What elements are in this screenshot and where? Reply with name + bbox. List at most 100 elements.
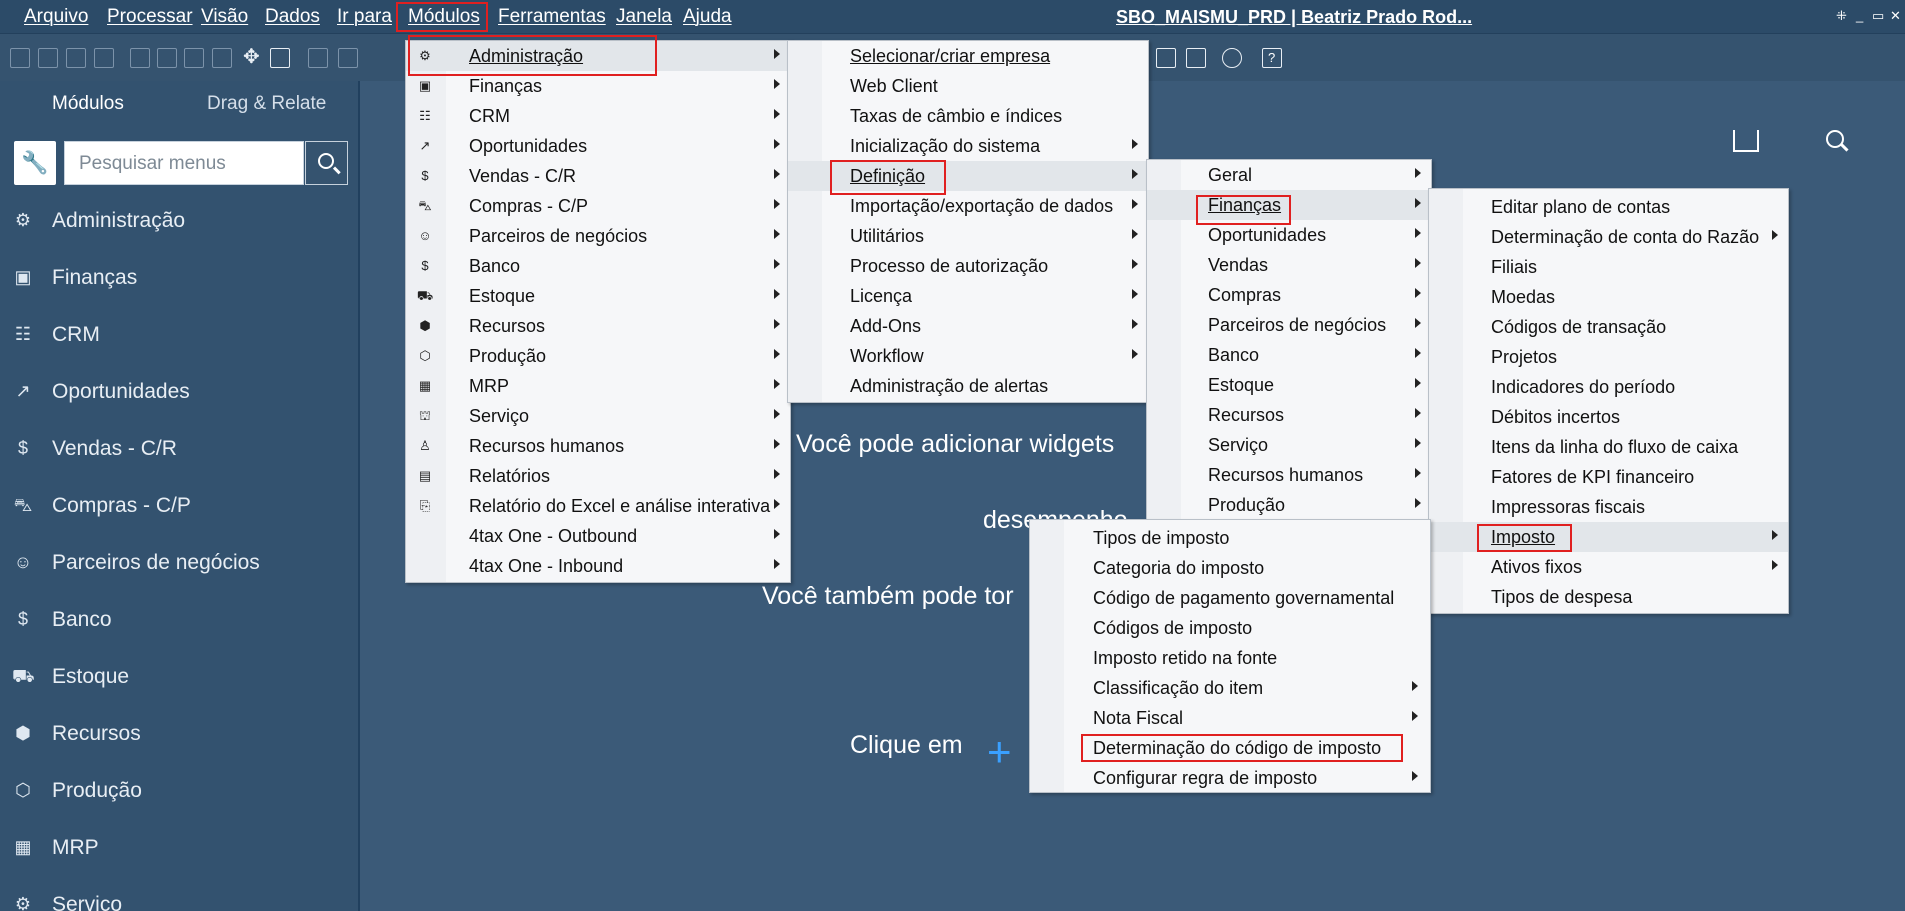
menu-item-add-ons[interactable]: Add-Ons bbox=[788, 311, 1148, 341]
menu-item-filiais[interactable]: Filiais bbox=[1429, 252, 1788, 282]
help-icon[interactable]: ? bbox=[1262, 48, 1282, 68]
sidebar-item-producao[interactable]: ⬡ Produção bbox=[0, 767, 356, 817]
menu-dados[interactable]: Dados bbox=[265, 6, 320, 28]
menu-item-tipos-despesa[interactable]: Tipos de despesa bbox=[1429, 582, 1788, 612]
menu-item-financas-def[interactable]: Finanças bbox=[1147, 190, 1431, 220]
menu-item-fluxo-caixa[interactable]: Itens da linha do fluxo de caixa bbox=[1429, 432, 1788, 462]
maximize-icon[interactable]: ▭ bbox=[1872, 8, 1884, 24]
sidebar-item-vendas[interactable]: $ Vendas - C/R bbox=[0, 425, 356, 475]
menu-item-codigos-transacao[interactable]: Códigos de transação bbox=[1429, 312, 1788, 342]
print-icon[interactable] bbox=[38, 48, 58, 68]
menu-item-taxas-cambio[interactable]: Taxas de câmbio e índices bbox=[788, 101, 1148, 131]
pdf-icon[interactable] bbox=[212, 48, 232, 68]
sidebar-item-servico[interactable]: ⚙ Serviço bbox=[0, 881, 356, 911]
menu-item-selecionar-empresa[interactable]: Selecionar/criar empresa bbox=[788, 41, 1148, 71]
tab-drag-relate[interactable]: Drag & Relate bbox=[207, 93, 326, 115]
menu-item-autorizacao[interactable]: Processo de autorização bbox=[788, 251, 1148, 281]
menu-item-estoque[interactable]: ⛟ Estoque bbox=[406, 281, 790, 311]
menu-item-indicadores[interactable]: Indicadores do período bbox=[1429, 372, 1788, 402]
toolbar-icon[interactable] bbox=[308, 48, 328, 68]
menu-item-parceiros[interactable]: ☺ Parceiros de negócios bbox=[406, 221, 790, 251]
menu-item-producao[interactable]: ⬡ Produção bbox=[406, 341, 790, 371]
menu-item-tipos-imposto[interactable]: Tipos de imposto bbox=[1030, 523, 1430, 553]
menu-item-4tax-outbound[interactable]: 4tax One - Outbound bbox=[406, 521, 790, 551]
sidebar-item-estoque[interactable]: ⛟ Estoque bbox=[0, 653, 356, 703]
menu-item-financas[interactable]: ▣ Finanças bbox=[406, 71, 790, 101]
toolbar-icon[interactable] bbox=[338, 48, 358, 68]
wrench-icon[interactable]: 🔧 bbox=[14, 141, 56, 185]
menu-item-crm[interactable]: ☷ CRM bbox=[406, 101, 790, 131]
menu-item-estoque-def[interactable]: Estoque bbox=[1147, 370, 1431, 400]
menu-item-mrp[interactable]: ▦ MRP bbox=[406, 371, 790, 401]
menu-item-determinacao-codigo[interactable]: Determinação do código de imposto bbox=[1030, 733, 1430, 763]
toolbar-icon[interactable] bbox=[66, 48, 86, 68]
menu-item-imposto[interactable]: Imposto bbox=[1429, 522, 1788, 552]
menu-item-classificacao-item[interactable]: Classificação do item bbox=[1030, 673, 1430, 703]
menu-item-oportunidades-def[interactable]: Oportunidades bbox=[1147, 220, 1431, 250]
menu-item-recursos[interactable]: ⬢ Recursos bbox=[406, 311, 790, 341]
menu-item-codigos-imposto[interactable]: Códigos de imposto bbox=[1030, 613, 1430, 643]
menu-item-definicao[interactable]: Definição bbox=[788, 161, 1148, 191]
toolbar-icon[interactable] bbox=[94, 48, 114, 68]
minimize-icon[interactable]: _ bbox=[1856, 8, 1863, 23]
menu-item-banco[interactable]: $ Banco bbox=[406, 251, 790, 281]
menu-item-vendas[interactable]: $ Vendas - C/R bbox=[406, 161, 790, 191]
menu-item-web-client[interactable]: Web Client bbox=[788, 71, 1148, 101]
sidebar-item-recursos[interactable]: ⬢ Recursos bbox=[0, 710, 356, 760]
menu-item-producao-def[interactable]: Produção bbox=[1147, 490, 1431, 520]
toolbar-icon[interactable] bbox=[1186, 48, 1206, 68]
menu-item-plano-contas[interactable]: Editar plano de contas bbox=[1429, 192, 1788, 222]
menu-visao[interactable]: Visão bbox=[201, 6, 248, 28]
tab-modulos[interactable]: Módulos bbox=[52, 93, 124, 115]
toolbar-icon[interactable] bbox=[10, 48, 30, 68]
menu-item-importacao[interactable]: Importação/exportação de dados bbox=[788, 191, 1148, 221]
menu-item-determinacao-razao[interactable]: Determinação de conta do Razão bbox=[1429, 222, 1788, 252]
sidebar-item-financas[interactable]: ▣ Finanças bbox=[0, 254, 356, 304]
menu-item-parceiros-def[interactable]: Parceiros de negócios bbox=[1147, 310, 1431, 340]
menu-item-workflow[interactable]: Workflow bbox=[788, 341, 1148, 371]
menu-modulos[interactable]: Módulos bbox=[408, 6, 480, 28]
menu-arquivo[interactable]: Arquivo bbox=[24, 6, 88, 28]
menu-item-ativos-fixos[interactable]: Ativos fixos bbox=[1429, 552, 1788, 582]
sidebar-item-administracao[interactable]: ⚙ Administração bbox=[0, 197, 356, 247]
close-icon[interactable]: ✕ bbox=[1890, 8, 1901, 24]
menu-item-administracao[interactable]: ⚙ Administração bbox=[406, 41, 790, 71]
menu-ir-para[interactable]: Ir para bbox=[337, 6, 392, 28]
toolbar-icon[interactable] bbox=[1156, 48, 1176, 68]
menu-item-oportunidades[interactable]: ↗ Oportunidades bbox=[406, 131, 790, 161]
sidebar-item-oportunidades[interactable]: ↗ Oportunidades bbox=[0, 368, 356, 418]
add-widget-icon[interactable]: + bbox=[987, 728, 1012, 776]
menu-item-compras[interactable]: ⛍ Compras - C/P bbox=[406, 191, 790, 221]
menu-item-pagamento-gov[interactable]: Código de pagamento governamental bbox=[1030, 583, 1430, 613]
menu-item-impressoras[interactable]: Impressoras fiscais bbox=[1429, 492, 1788, 522]
menu-item-categoria-imposto[interactable]: Categoria do imposto bbox=[1030, 553, 1430, 583]
menu-item-alertas[interactable]: Administração de alertas bbox=[788, 371, 1148, 401]
sidebar-item-mrp[interactable]: ▦ MRP bbox=[0, 824, 356, 874]
menu-ferramentas[interactable]: Ferramentas bbox=[498, 6, 606, 28]
menu-item-projetos[interactable]: Projetos bbox=[1429, 342, 1788, 372]
menu-item-debitos[interactable]: Débitos incertos bbox=[1429, 402, 1788, 432]
menu-processar[interactable]: Processar bbox=[107, 6, 193, 28]
toolbar-icon[interactable] bbox=[130, 48, 150, 68]
menu-item-excel[interactable]: ⎘ Relatório do Excel e análise interativa bbox=[406, 491, 790, 521]
menu-item-banco-def[interactable]: Banco bbox=[1147, 340, 1431, 370]
menu-item-licenca[interactable]: Licença bbox=[788, 281, 1148, 311]
menu-item-vendas-def[interactable]: Vendas bbox=[1147, 250, 1431, 280]
menu-item-servico[interactable]: ⛫ Serviço bbox=[406, 401, 790, 431]
restore-icon[interactable]: ⁜ bbox=[1836, 8, 1847, 24]
menu-item-kpi[interactable]: Fatores de KPI financeiro bbox=[1429, 462, 1788, 492]
menu-item-regra-imposto[interactable]: Configurar regra de imposto bbox=[1030, 763, 1430, 793]
search-input[interactable]: Pesquisar menus bbox=[64, 141, 304, 185]
menu-item-recursos-humanos[interactable]: ♙ Recursos humanos bbox=[406, 431, 790, 461]
sidebar-item-compras[interactable]: ⛍ Compras - C/P bbox=[0, 482, 356, 532]
menu-item-rh-def[interactable]: Recursos humanos bbox=[1147, 460, 1431, 490]
excel-icon[interactable] bbox=[157, 48, 177, 68]
search-button[interactable] bbox=[305, 141, 348, 185]
menu-item-compras-def[interactable]: Compras bbox=[1147, 280, 1431, 310]
menu-item-moedas[interactable]: Moedas bbox=[1429, 282, 1788, 312]
menu-item-geral[interactable]: Geral bbox=[1147, 160, 1431, 190]
menu-item-utilitarios[interactable]: Utilitários bbox=[788, 221, 1148, 251]
move-icon[interactable]: ✥ bbox=[242, 46, 262, 68]
menu-item-imposto-retido[interactable]: Imposto retido na fonte bbox=[1030, 643, 1430, 673]
sidebar-item-crm[interactable]: ☷ CRM bbox=[0, 311, 356, 361]
